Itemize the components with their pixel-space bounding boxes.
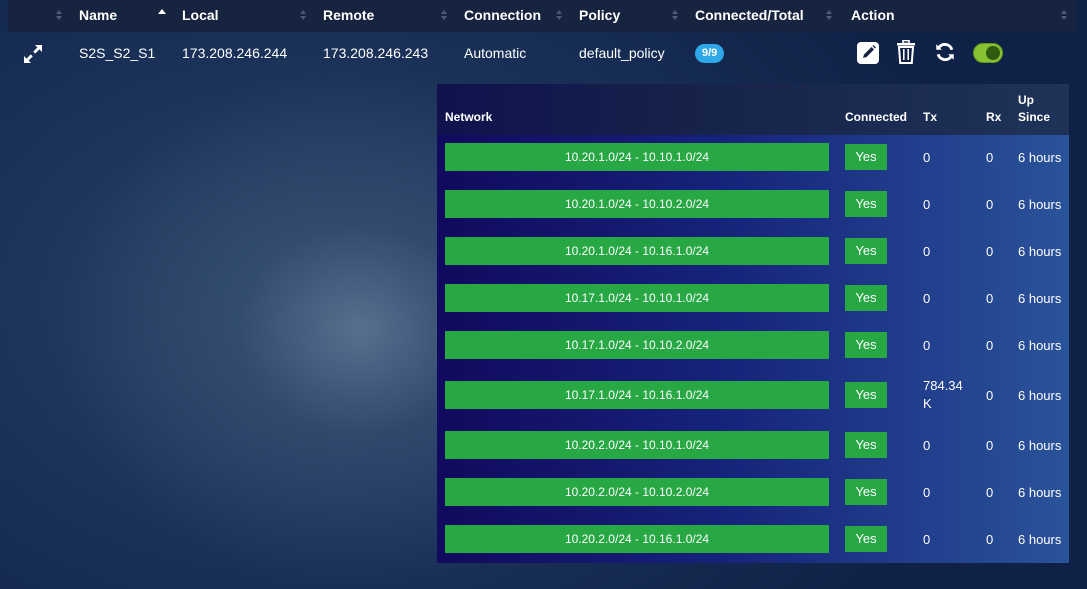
detail-column-up-since: Up: [1018, 93, 1034, 107]
sort-icon[interactable]: [672, 8, 680, 22]
column-connected-total[interactable]: Connected/Total: [695, 7, 804, 23]
connected-status: Yes: [845, 285, 887, 311]
enable-toggle[interactable]: [973, 43, 1003, 63]
up-since-value: 6 hours: [1018, 291, 1062, 306]
sort-ascending-icon[interactable]: [158, 8, 166, 22]
table-row: S2S_S2_S1 173.208.246.244 173.208.246.24…: [8, 32, 1077, 76]
connected-status: Yes: [845, 382, 887, 408]
connected-status: Yes: [845, 526, 887, 552]
connected-status: Yes: [845, 432, 887, 458]
connected-total-badge: 9/9: [695, 44, 725, 63]
edit-icon[interactable]: [857, 42, 879, 64]
detail-column-tx: Tx: [923, 110, 938, 124]
tx-value: 0: [923, 244, 931, 259]
tx-value: 0: [923, 338, 931, 353]
network-pair: 10.20.2.0/24 - 10.16.1.0/24: [445, 525, 829, 553]
tx-value: 0: [923, 197, 931, 212]
refresh-icon[interactable]: [934, 41, 956, 63]
connected-status: Yes: [845, 238, 887, 264]
tunnel-policy: default_policy: [579, 45, 665, 61]
sort-icon[interactable]: [1061, 8, 1069, 22]
tunnel-connection: Automatic: [464, 45, 527, 61]
detail-header: Network Connected Tx Rx Up Since: [437, 84, 1069, 135]
tx-value: 0: [923, 532, 931, 547]
connected-status: Yes: [845, 479, 887, 505]
detail-column-connected: Connected: [845, 110, 908, 124]
column-local[interactable]: Local: [182, 7, 219, 23]
network-pair: 10.20.1.0/24 - 10.16.1.0/24: [445, 237, 829, 265]
tx-value-unit: K: [923, 396, 932, 411]
network-pair: 10.17.1.0/24 - 10.10.1.0/24: [445, 284, 829, 312]
column-connection[interactable]: Connection: [464, 7, 541, 23]
network-pair: 10.20.1.0/24 - 10.10.2.0/24: [445, 190, 829, 218]
detail-column-network: Network: [445, 110, 493, 124]
rx-value: 0: [986, 291, 994, 306]
tx-value: 0: [923, 485, 931, 500]
up-since-value: 6 hours: [1018, 532, 1062, 547]
up-since-value: 6 hours: [1018, 438, 1062, 453]
detail-column-rx: Rx: [986, 110, 1002, 124]
network-detail-panel: Network Connected Tx Rx Up Since 10.20.1…: [437, 84, 1069, 563]
trash-icon[interactable]: [896, 40, 916, 64]
rx-value: 0: [986, 197, 994, 212]
table-header: Name Local Remote Connection Policy Conn…: [8, 0, 1077, 32]
network-pair: 10.17.1.0/24 - 10.10.2.0/24: [445, 331, 829, 359]
column-name[interactable]: Name: [79, 7, 117, 23]
detail-column-up-since: Since: [1018, 110, 1051, 124]
network-pair: 10.20.1.0/24 - 10.10.1.0/24: [445, 143, 829, 171]
sort-icon[interactable]: [826, 8, 834, 22]
rx-value: 0: [986, 244, 994, 259]
up-since-value: 6 hours: [1018, 388, 1062, 403]
rx-value: 0: [986, 388, 994, 403]
tunnel-remote: 173.208.246.243: [323, 45, 429, 61]
connected-status: Yes: [845, 332, 887, 358]
toggle-knob: [986, 46, 1000, 60]
tunnel-local: 173.208.246.244: [182, 45, 288, 61]
column-policy[interactable]: Policy: [579, 7, 620, 23]
up-since-value: 6 hours: [1018, 485, 1062, 500]
tx-value: 0: [923, 438, 931, 453]
rx-value: 0: [986, 532, 994, 547]
tx-value: 0: [923, 291, 931, 306]
up-since-value: 6 hours: [1018, 244, 1062, 259]
rx-value: 0: [986, 150, 994, 165]
network-pair: 10.17.1.0/24 - 10.16.1.0/24: [445, 381, 829, 409]
rx-value: 0: [986, 338, 994, 353]
tx-value: 784.34: [923, 378, 963, 393]
sort-icon[interactable]: [56, 8, 64, 22]
tx-value: 0: [923, 150, 931, 165]
column-remote[interactable]: Remote: [323, 7, 374, 23]
connected-status: Yes: [845, 144, 887, 170]
up-since-value: 6 hours: [1018, 338, 1062, 353]
network-pair: 10.20.2.0/24 - 10.10.1.0/24: [445, 431, 829, 459]
tunnel-name: S2S_S2_S1: [79, 45, 156, 61]
sort-icon[interactable]: [300, 8, 308, 22]
column-action: Action: [851, 7, 895, 23]
connected-status: Yes: [845, 191, 887, 217]
expand-icon[interactable]: [21, 42, 45, 66]
sort-icon[interactable]: [441, 8, 449, 22]
rx-value: 0: [986, 438, 994, 453]
sort-icon[interactable]: [556, 8, 564, 22]
rx-value: 0: [986, 485, 994, 500]
network-pair: 10.20.2.0/24 - 10.10.2.0/24: [445, 478, 829, 506]
up-since-value: 6 hours: [1018, 197, 1062, 212]
up-since-value: 6 hours: [1018, 150, 1062, 165]
